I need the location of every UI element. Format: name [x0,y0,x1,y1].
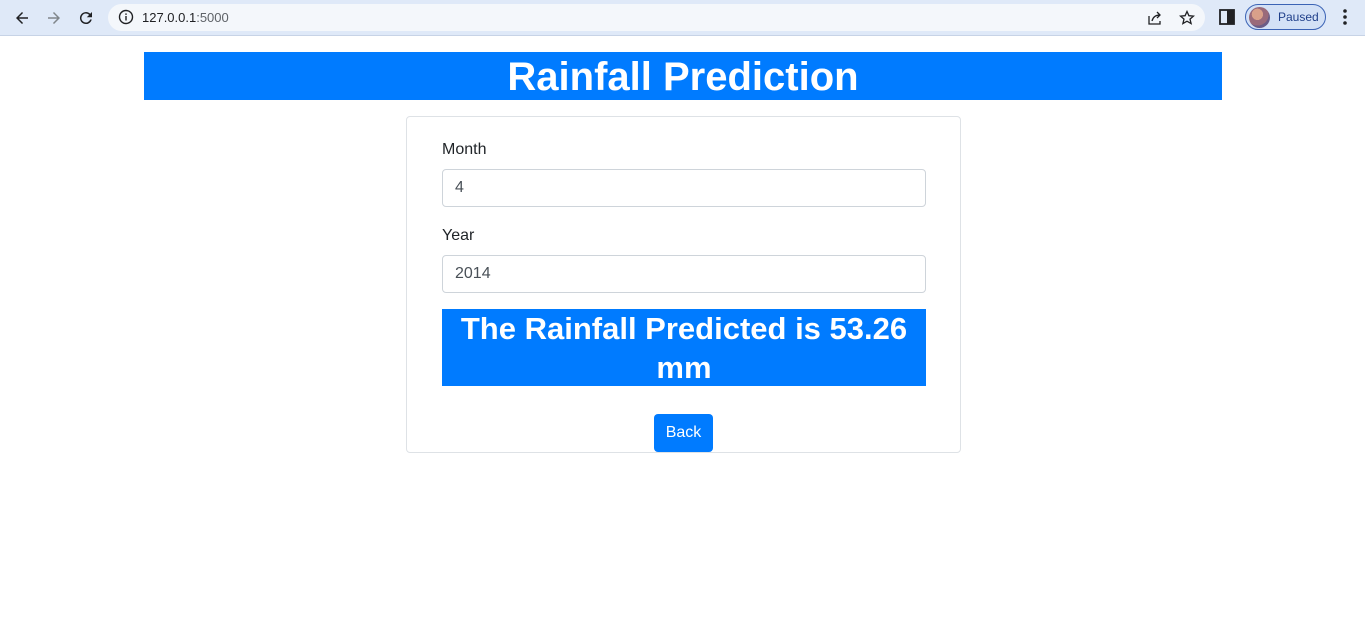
address-bar[interactable]: 127.0.0.1:5000 [108,4,1205,31]
info-icon[interactable] [118,9,134,25]
forward-arrow-icon[interactable] [40,4,68,32]
prediction-card: Month Year The Rainfall Predicted is 53.… [406,116,961,453]
year-label: Year [442,227,475,244]
year-input[interactable] [442,255,926,293]
bookmark-star-icon[interactable] [1177,8,1197,28]
prediction-result: The Rainfall Predicted is 53.26 mm [442,309,926,386]
page-title: Rainfall Prediction [144,52,1222,100]
share-icon[interactable] [1145,8,1165,28]
reload-icon[interactable] [72,4,100,32]
month-label: Month [442,141,487,158]
month-input[interactable] [442,169,926,207]
url-host: 127.0.0.1 [142,10,197,25]
more-menu-icon[interactable] [1335,6,1355,28]
side-panel-icon[interactable] [1217,7,1237,27]
url-port: :5000 [196,10,229,25]
url-text[interactable]: 127.0.0.1:5000 [142,10,229,25]
avatar [1249,7,1270,28]
back-arrow-icon[interactable] [8,4,36,32]
profile-button[interactable]: Paused [1245,4,1326,30]
profile-status: Paused [1278,10,1319,24]
browser-toolbar: 127.0.0.1:5000 Paused [0,0,1365,36]
back-button[interactable]: Back [654,414,713,452]
